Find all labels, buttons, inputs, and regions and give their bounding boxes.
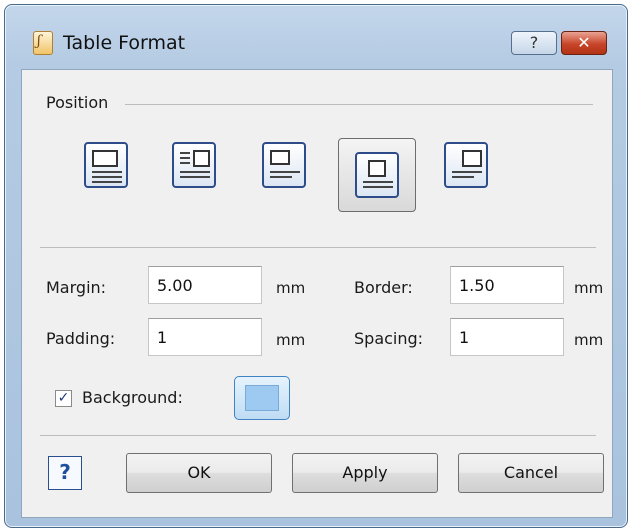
padding-label: Padding: <box>46 329 116 348</box>
apply-button[interactable]: Apply <box>292 453 438 493</box>
position-center-wrap-button[interactable] <box>172 142 218 190</box>
context-help-icon[interactable]: ? <box>48 456 82 490</box>
align-left-icon <box>84 142 128 188</box>
position-right-button[interactable] <box>444 142 490 190</box>
close-button[interactable]: ✕ <box>561 31 607 55</box>
background-label: Background: <box>82 388 183 407</box>
footer-divider <box>40 435 596 436</box>
padding-input[interactable] <box>148 318 262 356</box>
position-left-button[interactable] <box>84 142 130 190</box>
align-left-inline-icon <box>262 142 306 188</box>
position-left-inline-button[interactable] <box>262 142 308 190</box>
ok-button[interactable]: OK <box>126 453 272 493</box>
spacing-input[interactable] <box>450 318 564 356</box>
background-checkbox[interactable]: ✓ <box>55 390 72 407</box>
app-icon: ʃ <box>33 31 53 55</box>
margin-input[interactable] <box>148 266 262 304</box>
background-color-button[interactable] <box>234 376 290 420</box>
spacing-unit: mm <box>574 331 604 349</box>
color-swatch <box>245 385 279 411</box>
dialog-content: Position Margin: 5.00 mm Border: 1.50 mm… <box>21 69 613 518</box>
border-input[interactable] <box>450 266 564 304</box>
border-label: Border: <box>354 278 413 297</box>
align-center-wrap-icon <box>172 142 216 188</box>
padding-unit: mm <box>276 331 306 349</box>
position-center-button[interactable] <box>338 138 416 212</box>
align-center-icon <box>355 152 399 198</box>
table-format-dialog: ʃ Table Format ? ✕ Position Margin: 5.00… <box>4 4 628 528</box>
margin-label: Margin: <box>46 278 107 297</box>
margin-unit: mm <box>276 279 306 297</box>
border-unit: mm <box>574 279 604 297</box>
cancel-button[interactable]: Cancel <box>458 453 604 493</box>
position-group-label: Position <box>46 93 109 112</box>
title-help-button[interactable]: ? <box>511 31 557 55</box>
window-title: Table Format <box>63 32 186 54</box>
spacing-label: Spacing: <box>354 329 424 348</box>
align-right-icon <box>444 142 488 188</box>
title-bar[interactable]: ʃ Table Format ? ✕ <box>5 5 627 69</box>
position-divider <box>125 104 593 105</box>
section-divider <box>40 247 596 248</box>
